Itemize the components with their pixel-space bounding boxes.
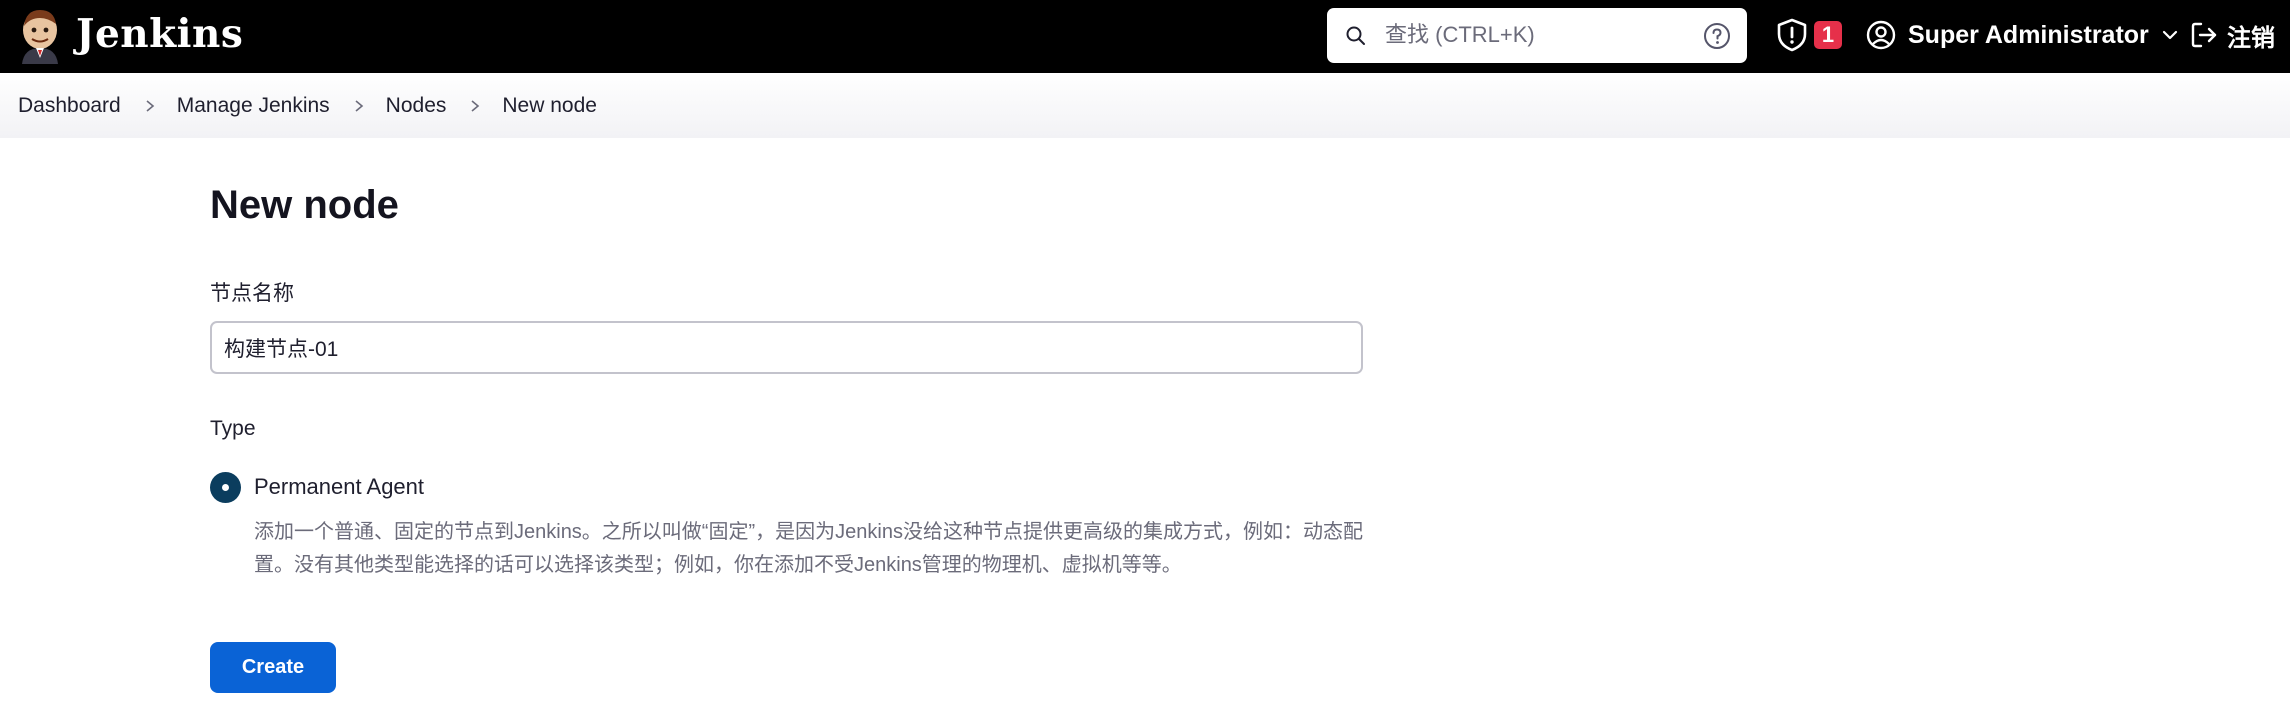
logout-link[interactable]: 注销 <box>2189 16 2275 54</box>
permanent-agent-label[interactable]: Permanent Agent <box>254 474 424 500</box>
page-title: New node <box>210 183 399 227</box>
search-box[interactable] <box>1327 8 1747 63</box>
search-input[interactable] <box>1385 17 1685 53</box>
user-menu[interactable]: Super Administrator <box>1866 16 2179 54</box>
logout-label[interactable]: 注销 <box>2227 18 2275 53</box>
type-label: Type <box>210 417 256 440</box>
create-button[interactable]: Create <box>210 642 336 693</box>
brand-name[interactable]: Jenkins <box>76 10 243 58</box>
breadcrumb-nodes[interactable]: Nodes <box>386 94 447 118</box>
permanent-agent-description: 添加一个普通、固定的节点到Jenkins。之所以叫做“固定”，是因为Jenkin… <box>254 521 1363 576</box>
search-icon <box>1346 26 1365 45</box>
chevron-right-icon[interactable] <box>352 99 366 113</box>
permanent-agent-radio[interactable] <box>210 472 241 503</box>
breadcrumb-new-node[interactable]: New node <box>502 94 597 118</box>
breadcrumb: Dashboard Manage Jenkins Nodes New node <box>0 73 2290 138</box>
breadcrumb-dashboard[interactable]: Dashboard <box>18 94 121 118</box>
node-name-input[interactable] <box>210 321 1363 374</box>
logout-icon <box>2191 22 2217 48</box>
top-bar: Jenkins 1 Super Administrator <box>0 0 2290 73</box>
chevron-down-icon[interactable] <box>2161 26 2179 44</box>
help-icon[interactable] <box>1703 22 1731 50</box>
node-name-label: 节点名称 <box>210 282 294 305</box>
user-name[interactable]: Super Administrator <box>1908 21 2149 50</box>
alerts-badge[interactable]: 1 <box>1814 21 1842 49</box>
chevron-right-icon[interactable] <box>468 99 482 113</box>
breadcrumb-manage-jenkins[interactable]: Manage Jenkins <box>177 94 330 118</box>
shield-alert-icon[interactable] <box>1775 17 1809 53</box>
jenkins-logo[interactable] <box>18 6 62 64</box>
chevron-right-icon[interactable] <box>143 99 157 113</box>
user-circle-icon <box>1866 20 1896 50</box>
